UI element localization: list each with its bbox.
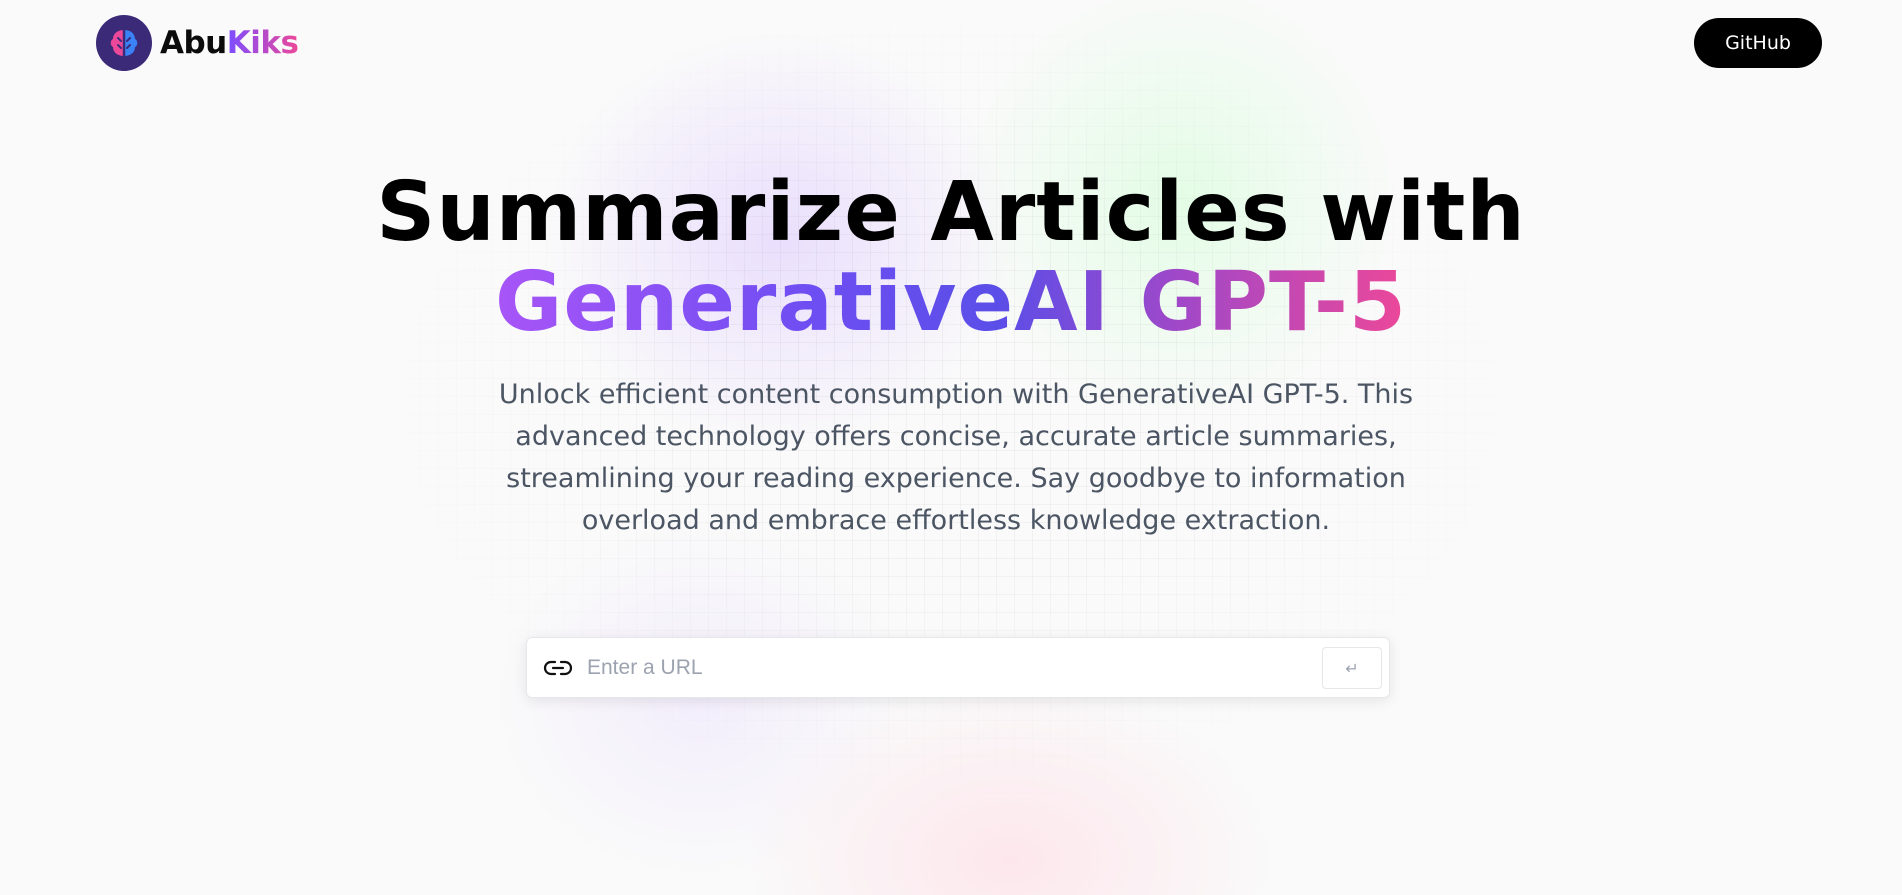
hero-title: Summarize Articles with GenerativeAI GPT… (0, 168, 1902, 348)
brain-icon (96, 15, 152, 71)
link-icon (543, 655, 573, 681)
top-navbar: AbuKiks GitHub (0, 0, 1902, 90)
github-button[interactable]: GitHub (1694, 18, 1822, 68)
brand-logo[interactable]: AbuKiks (96, 15, 299, 71)
url-input[interactable] (587, 648, 1287, 688)
url-form: ↵ (526, 637, 1390, 698)
submit-button[interactable]: ↵ (1322, 647, 1382, 689)
brand-name-primary: Abu (160, 24, 227, 61)
brand-name-accent: Kiks (226, 24, 299, 61)
hero-title-line: Summarize Articles with (376, 165, 1526, 260)
hero-title-gradient: GenerativeAI GPT-5 (495, 255, 1407, 350)
brand-name: AbuKiks (160, 24, 299, 61)
hero-description: Unlock efficient content consumption wit… (498, 379, 1414, 536)
